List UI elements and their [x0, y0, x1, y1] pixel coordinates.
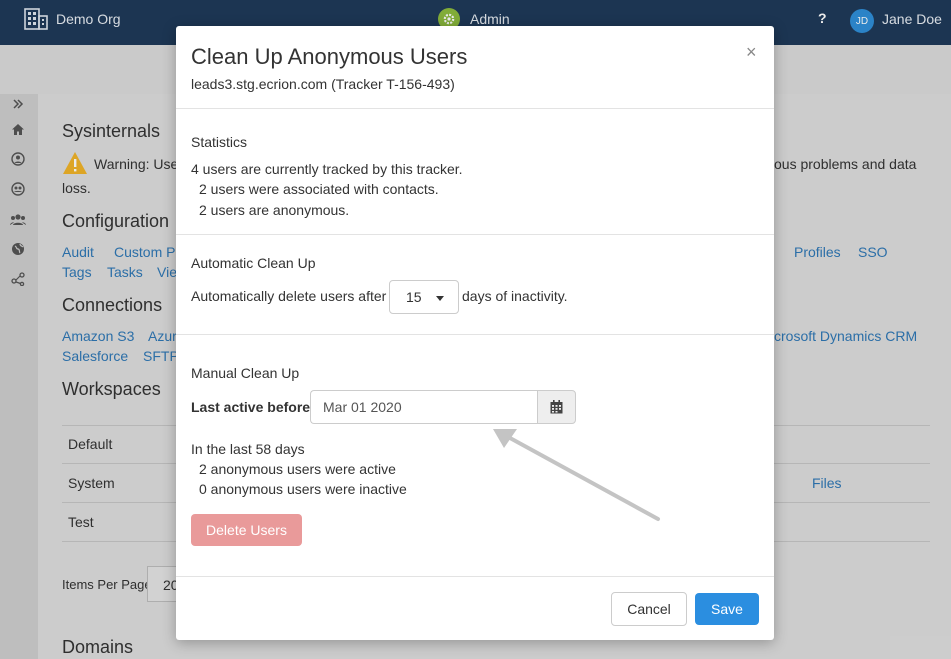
calendar-button[interactable] — [537, 390, 576, 424]
section-divider — [176, 234, 774, 235]
inactivity-days-value: 15 — [406, 289, 422, 305]
auto-delete-suffix: days of inactivity. — [462, 288, 568, 304]
stat-total: 4 users are currently tracked by this tr… — [191, 161, 463, 177]
inactivity-days-select[interactable]: 15 — [389, 280, 459, 314]
stat-associated: 2 users were associated with contacts. — [199, 181, 439, 197]
last-active-label: Last active before — [191, 399, 311, 415]
caret-down-icon — [436, 296, 444, 301]
auto-cleanup-label: Automatic Clean Up — [191, 255, 316, 271]
stat-anonymous: 2 users are anonymous. — [199, 202, 350, 218]
modal-subtitle: leads3.stg.ecrion.com (Tracker T-156-493… — [191, 76, 455, 92]
modal-title: Clean Up Anonymous Users — [191, 44, 468, 69]
section-divider — [176, 334, 774, 335]
last-active-date-input[interactable] — [310, 390, 537, 424]
manual-inactive: 0 anonymous users were inactive — [199, 481, 407, 497]
footer-divider — [176, 576, 774, 577]
manual-cleanup-label: Manual Clean Up — [191, 365, 300, 381]
statistics-label: Statistics — [191, 134, 248, 150]
manual-active: 2 anonymous users were active — [199, 461, 396, 477]
delete-users-button[interactable]: Delete Users — [191, 514, 302, 546]
calendar-icon — [550, 400, 563, 414]
header-divider — [176, 108, 774, 109]
auto-delete-prefix: Automatically delete users after — [191, 288, 387, 304]
clean-up-modal: Clean Up Anonymous Users leads3.stg.ecri… — [176, 26, 774, 640]
cancel-button[interactable]: Cancel — [611, 592, 687, 626]
close-icon[interactable]: × — [746, 42, 757, 63]
save-button[interactable]: Save — [695, 593, 759, 625]
manual-period: In the last 58 days — [191, 441, 305, 457]
